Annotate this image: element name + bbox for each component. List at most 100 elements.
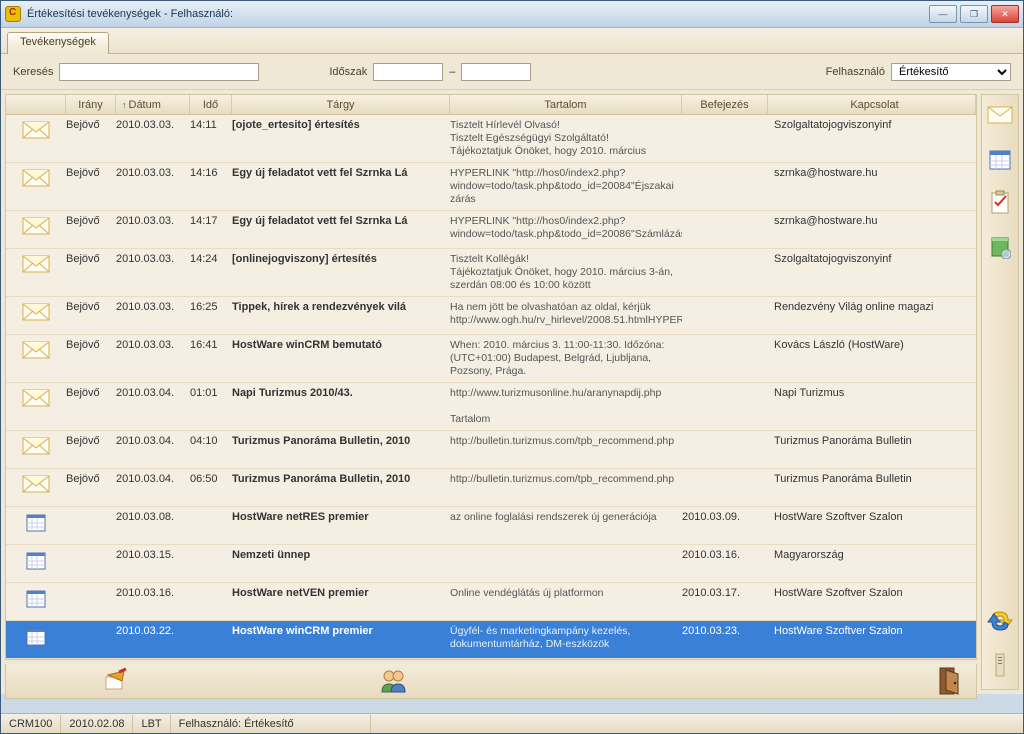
table-row[interactable]: Bejövő2010.03.03.16:25Tippek, hírek a re… — [6, 297, 976, 335]
cell-date: 2010.03.03. — [116, 339, 190, 351]
table-row[interactable]: 2010.03.22.HostWare winCRM premierÜgyfél… — [6, 621, 976, 659]
collapse-button[interactable] — [986, 651, 1014, 679]
col-end[interactable]: Befejezés — [682, 95, 768, 114]
user-label: Felhasználó — [826, 66, 885, 78]
app-window: Értékesítési tevékenységek - Felhasználó… — [0, 0, 1024, 734]
cell-time: 14:17 — [190, 215, 232, 227]
cell-content: When: 2010. március 3. 11:00-11:30. Időz… — [450, 339, 682, 378]
mail-icon — [22, 339, 50, 359]
cell-content: Ügyfél- és marketingkampány kezelés, dok… — [450, 625, 682, 651]
cell-related: Szolgaltatojogviszonyinf — [768, 253, 976, 265]
table-row[interactable]: Bejövő2010.03.04.01:01Napi Turizmus 2010… — [6, 383, 976, 431]
period-from-input[interactable] — [373, 63, 443, 81]
status-code: LBT — [133, 715, 170, 733]
user-select[interactable]: Értékesítő — [891, 63, 1011, 81]
cell-related: HostWare Szoftver Szalon — [768, 625, 976, 637]
cell-subject: Turizmus Panoráma Bulletin, 2010 — [232, 435, 450, 447]
table-row[interactable]: Bejövő2010.03.04.06:50Turizmus Panoráma … — [6, 469, 976, 507]
cell-related: Kovács László (HostWare) — [768, 339, 976, 351]
cell-date: 2010.03.03. — [116, 253, 190, 265]
search-input[interactable] — [59, 63, 259, 81]
close-button[interactable]: ✕ — [991, 5, 1019, 23]
calendar-view-button[interactable] — [986, 145, 1014, 173]
table-row[interactable]: 2010.03.15.Nemzeti ünnep2010.03.16.Magya… — [6, 545, 976, 583]
cell-content: http://www.turizmusonline.hu/aranynapdij… — [450, 387, 682, 426]
cell-related: Szolgaltatojogviszonyinf — [768, 119, 976, 131]
cell-related: Magyarország — [768, 549, 976, 561]
cell-time: 14:11 — [190, 119, 232, 131]
table-row[interactable]: Bejövő2010.03.03.14:11[ojote_ertesito] é… — [6, 115, 976, 163]
cell-date: 2010.03.22. — [116, 625, 190, 637]
col-content[interactable]: Tartalom — [450, 95, 682, 114]
cell-time: 01:01 — [190, 387, 232, 399]
table-row[interactable]: Bejövő2010.03.03.16:41HostWare winCRM be… — [6, 335, 976, 383]
mail-icon — [22, 301, 50, 321]
cell-content: Tisztelt Kollégák!Tájékoztatjuk Önöket, … — [450, 253, 682, 292]
cell-time: 06:50 — [190, 473, 232, 485]
mail-icon — [22, 473, 50, 493]
cell-related: Rendezvény Világ online magazi — [768, 301, 976, 313]
tab-activities[interactable]: Tevékenységek — [7, 32, 109, 54]
table-row[interactable]: Bejövő2010.03.03.14:17Egy új feladatot v… — [6, 211, 976, 249]
search-label: Keresés — [13, 66, 53, 78]
table-row[interactable]: Bejövő2010.03.03.14:16Egy új feladatot v… — [6, 163, 976, 211]
col-related[interactable]: Kapcsolat — [768, 95, 976, 114]
cell-date: 2010.03.04. — [116, 387, 190, 399]
users-button[interactable] — [373, 664, 413, 698]
col-date[interactable]: Dátum — [116, 95, 190, 114]
cell-end: 2010.03.17. — [682, 587, 768, 599]
cell-direction: Bejövő — [66, 167, 116, 179]
mail-icon — [22, 119, 50, 139]
grid-body[interactable]: Bejövő2010.03.03.14:11[ojote_ertesito] é… — [6, 115, 976, 659]
bottom-toolbar — [5, 664, 977, 699]
cell-subject: HostWare netVEN premier — [232, 587, 450, 599]
minimize-button[interactable]: — — [929, 5, 957, 23]
activity-grid: Irány Dátum Idő Tárgy Tartalom Befejezés… — [5, 94, 977, 660]
app-icon — [5, 6, 21, 22]
cell-time: 04:10 — [190, 435, 232, 447]
cell-content: Ha nem jött be olvashatóan az oldal, kér… — [450, 301, 682, 327]
cell-direction: Bejövő — [66, 253, 116, 265]
calendar-icon — [25, 511, 47, 533]
col-icon[interactable] — [6, 95, 66, 114]
cell-subject: Napi Turizmus 2010/43. — [232, 387, 450, 399]
col-subject[interactable]: Tárgy — [232, 95, 450, 114]
cell-date: 2010.03.15. — [116, 549, 190, 561]
table-row[interactable]: Bejövő2010.03.03.14:24[onlinejogviszony]… — [6, 249, 976, 297]
cell-subject: Egy új feladatot vett fel Szrnka Lá — [232, 167, 450, 179]
cell-direction: Bejövő — [66, 435, 116, 447]
cell-subject: Turizmus Panoráma Bulletin, 2010 — [232, 473, 450, 485]
cell-date: 2010.03.08. — [116, 511, 190, 523]
cell-subject: Tippek, hírek a rendezvények vilá — [232, 301, 450, 313]
table-row[interactable]: 2010.03.16.HostWare netVEN premierOnline… — [6, 583, 976, 621]
period-to-input[interactable] — [461, 63, 531, 81]
cell-subject: [onlinejogviszony] értesítés — [232, 253, 450, 265]
cell-time: 14:24 — [190, 253, 232, 265]
refresh-button[interactable] — [986, 607, 1014, 635]
cell-direction: Bejövő — [66, 339, 116, 351]
table-row[interactable]: 2010.03.08.HostWare netRES premieraz onl… — [6, 507, 976, 545]
cell-content: az online foglalási rendszerek új generá… — [450, 511, 682, 524]
cell-time: 16:25 — [190, 301, 232, 313]
maximize-button[interactable]: ❐ — [960, 5, 988, 23]
cell-date: 2010.03.03. — [116, 119, 190, 131]
cell-related: szrnka@hostware.hu — [768, 167, 976, 179]
cell-related: Napi Turizmus — [768, 387, 976, 399]
notes-view-button[interactable] — [986, 233, 1014, 261]
status-module: CRM100 — [1, 715, 61, 733]
edit-note-button[interactable] — [96, 664, 136, 698]
tasks-view-button[interactable] — [986, 189, 1014, 217]
col-direction[interactable]: Irány — [66, 95, 116, 114]
cell-content: http://bulletin.turizmus.com/tpb_recomme… — [450, 473, 682, 486]
exit-button[interactable] — [930, 664, 970, 698]
col-time[interactable]: Idő — [190, 95, 232, 114]
table-row[interactable]: Bejövő2010.03.04.04:10Turizmus Panoráma … — [6, 431, 976, 469]
cell-time: 16:41 — [190, 339, 232, 351]
filter-bar: Keresés Időszak – Felhasználó Értékesítő — [1, 54, 1023, 90]
cell-content: http://bulletin.turizmus.com/tpb_recomme… — [450, 435, 682, 448]
mail-view-button[interactable] — [986, 101, 1014, 129]
calendar-icon — [25, 549, 47, 571]
cell-subject: Nemzeti ünnep — [232, 549, 450, 561]
mail-icon — [22, 167, 50, 187]
cell-related: HostWare Szoftver Szalon — [768, 587, 976, 599]
